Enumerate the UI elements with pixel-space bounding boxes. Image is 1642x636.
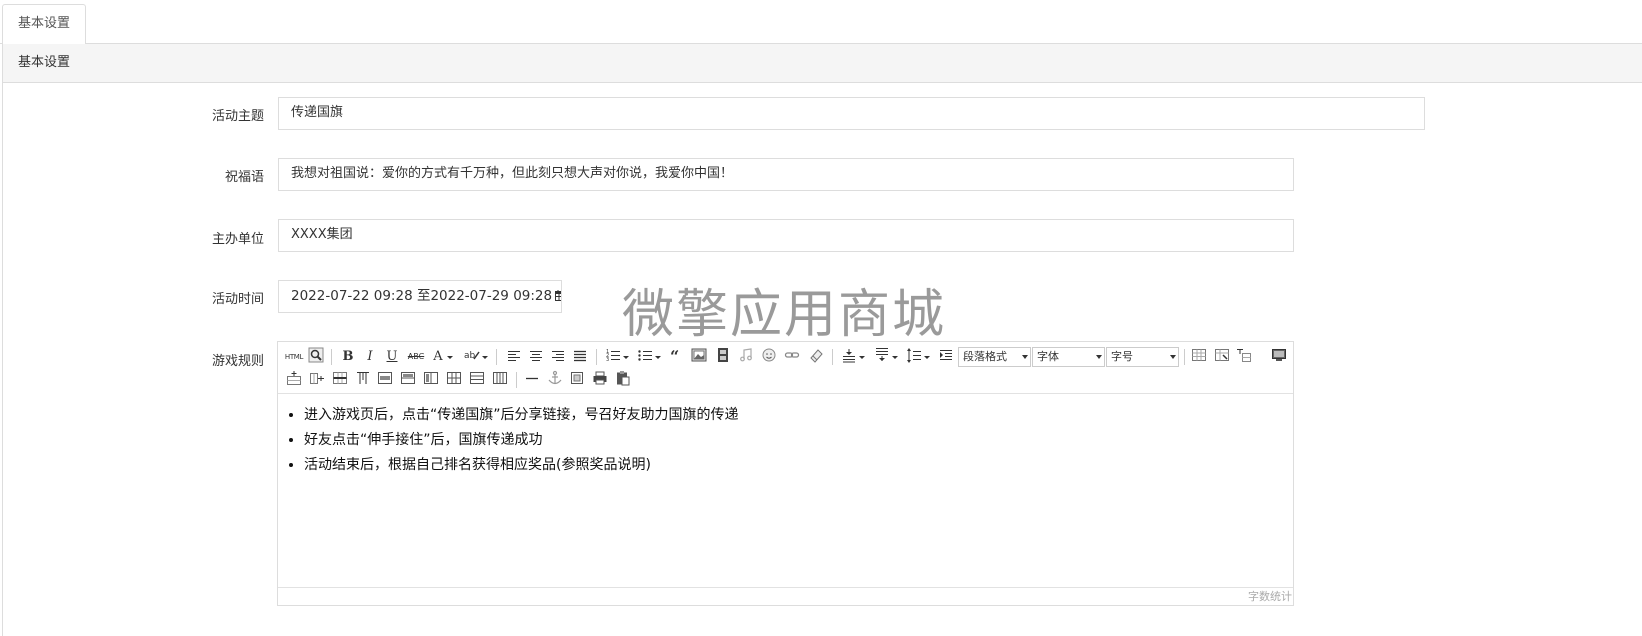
toolbar-separator — [331, 349, 332, 365]
italic-icon[interactable]: I — [362, 347, 378, 367]
row-spacing-top-dropdown-icon[interactable] — [858, 347, 866, 367]
merge-down-icon[interactable] — [423, 370, 439, 390]
editor-toolbar: HTML B I U ABC A ab 123 “ 段落格式 字体 字号 — [278, 342, 1293, 394]
align-left-icon[interactable] — [506, 347, 522, 367]
anchor-icon[interactable] — [547, 370, 563, 390]
toolbar-separator — [1184, 349, 1185, 365]
blessing-input[interactable]: 我想对祖国说：爱你的方式有千万种，但此刻只想大声对你说，我爱你中国！ — [278, 158, 1294, 191]
indent-icon[interactable] — [938, 347, 954, 367]
insert-row-icon[interactable] — [286, 370, 302, 390]
chevron-down-icon — [1170, 355, 1176, 359]
panel-title: 基本设置 — [3, 44, 1642, 83]
ordered-list-dropdown-icon[interactable] — [622, 347, 630, 367]
align-right-icon[interactable] — [550, 347, 566, 367]
underline-icon[interactable]: U — [384, 347, 400, 367]
line-height-dropdown-icon[interactable] — [923, 347, 931, 367]
unordered-list-dropdown-icon[interactable] — [654, 347, 662, 367]
print-icon[interactable] — [592, 370, 608, 390]
html-icon[interactable]: HTML — [284, 347, 304, 367]
time-range-value: 2022-07-22 09:28 至2022-07-29 09:28 — [291, 288, 553, 304]
tab-basic-settings[interactable]: 基本设置 — [2, 4, 86, 45]
table-props-icon[interactable] — [1214, 347, 1230, 367]
row-spacing-bottom-dropdown-icon[interactable] — [891, 347, 899, 367]
svg-text:3: 3 — [606, 357, 609, 363]
editor-content[interactable]: 进入游戏页后，点击“传递国旗”后分享链接，号召好友助力国旗的传递 好友点击“伸手… — [278, 395, 1293, 585]
tab-bar: 基本设置 — [0, 0, 1642, 45]
split-cols-icon[interactable] — [492, 370, 508, 390]
toolbar-separator — [832, 349, 833, 365]
blessing-label: 祝福语 — [224, 170, 264, 185]
svg-text:“: “ — [670, 347, 679, 363]
font-family-select[interactable]: 字体 — [1032, 347, 1105, 367]
insert-table-icon[interactable] — [1191, 347, 1207, 367]
strikethrough-icon[interactable]: ABC — [406, 347, 426, 367]
eraser-icon[interactable] — [808, 347, 824, 367]
video-icon[interactable] — [715, 347, 731, 367]
list-item: 好友点击“伸手接住”后，国旗传递成功 — [304, 428, 1285, 453]
delete-col-icon[interactable] — [355, 370, 371, 390]
chevron-down-icon — [1022, 355, 1028, 359]
rich-text-editor: HTML B I U ABC A ab 123 “ 段落格式 字体 字号 • 进… — [277, 341, 1294, 606]
toolbar-separator — [516, 372, 517, 388]
organizer-label: 主办单位 — [211, 232, 264, 247]
blockquote-icon[interactable]: “ — [669, 347, 685, 367]
list-item: 进入游戏页后，点击“传递国旗”后分享链接，号召好友助力国旗的传递 — [304, 403, 1285, 428]
line-height-icon[interactable] — [906, 347, 922, 367]
emotion-icon[interactable] — [761, 347, 777, 367]
rules-label: 游戏规则 — [211, 354, 264, 369]
font-size-value: 字号 — [1111, 350, 1133, 363]
time-range-picker[interactable]: 2022-07-22 09:28 至2022-07-29 09:28 — [278, 280, 562, 313]
font-family-value: 字体 — [1037, 350, 1059, 363]
font-color-icon[interactable]: A — [431, 347, 445, 367]
ordered-list-icon[interactable]: 123 — [605, 347, 621, 367]
merge-cells-icon[interactable] — [377, 370, 393, 390]
time-label: 活动时间 — [211, 292, 264, 307]
paragraph-format-select[interactable]: 段落格式 — [958, 347, 1031, 367]
cell-props-icon[interactable] — [1236, 347, 1252, 367]
chevron-down-icon — [1096, 355, 1102, 359]
unordered-list-icon[interactable] — [637, 347, 653, 367]
list-item: 活动结束后，根据自己排名获得相应奖品(参照奖品说明) — [304, 453, 1285, 478]
font-size-select[interactable]: 字号 — [1106, 347, 1179, 367]
delete-row-icon[interactable] — [332, 370, 348, 390]
rules-list: 进入游戏页后，点击“传递国旗”后分享链接，号召好友助力国旗的传递 好友点击“伸手… — [286, 403, 1285, 478]
svg-text:ab: ab — [464, 351, 476, 361]
link-icon[interactable] — [784, 347, 800, 367]
highlight-dropdown-icon[interactable] — [481, 347, 489, 367]
theme-input[interactable]: 传递国旗 — [278, 97, 1425, 130]
split-rows-icon[interactable] — [469, 370, 485, 390]
paragraph-format-value: 段落格式 — [963, 350, 1007, 363]
music-icon[interactable] — [738, 347, 754, 367]
align-center-icon[interactable] — [528, 347, 544, 367]
merge-right-icon[interactable] — [400, 370, 416, 390]
calendar-icon — [555, 290, 561, 301]
font-color-dropdown-icon[interactable] — [446, 347, 454, 367]
theme-label: 活动主题 — [211, 109, 264, 124]
horizontal-rule-icon[interactable] — [524, 370, 540, 390]
organizer-input[interactable]: XXXX集团 — [278, 219, 1294, 252]
paste-icon[interactable] — [615, 370, 631, 390]
toolbar-separator — [596, 349, 597, 365]
word-count: 字数统计 — [278, 587, 1293, 605]
fullscreen-icon[interactable] — [1271, 347, 1287, 367]
bold-icon[interactable]: B — [340, 347, 356, 367]
pagebreak-icon[interactable] — [569, 370, 585, 390]
split-cells-icon[interactable] — [446, 370, 462, 390]
row-spacing-top-icon[interactable] — [841, 347, 857, 367]
toolbar-separator — [496, 349, 497, 365]
row-spacing-bottom-icon[interactable] — [874, 347, 890, 367]
highlight-icon[interactable]: ab — [464, 347, 480, 367]
insert-col-icon[interactable] — [309, 370, 325, 390]
preview-icon[interactable] — [308, 347, 326, 367]
image-icon[interactable] — [691, 347, 707, 367]
align-justify-icon[interactable] — [572, 347, 588, 367]
